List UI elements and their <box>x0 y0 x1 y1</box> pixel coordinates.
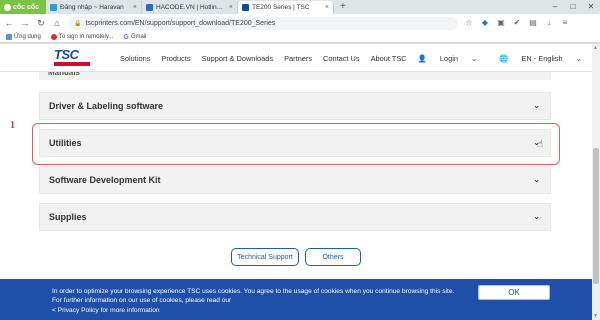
lock-icon: 🔒 <box>74 20 82 27</box>
tsc-favicon-icon <box>242 4 249 11</box>
privacy-policy-link[interactable]: < Privacy Policy for more information <box>52 306 492 315</box>
bookmark-label: Ứng dụng <box>14 34 41 40</box>
section-utilities[interactable]: Utilities ⌄ <box>39 129 551 157</box>
hacode-favicon-icon <box>146 4 153 11</box>
cookie-line: For further information on our use of co… <box>52 297 232 305</box>
user-icon: 👤 <box>417 53 427 63</box>
tab-haravan[interactable]: Đăng nhập ~ Haravan × <box>46 1 142 14</box>
section-sdk[interactable]: Software Development Kit ⌄ <box>39 166 551 194</box>
section-title: Driver & Labeling software <box>49 101 164 111</box>
extension-icon[interactable]: ▤ <box>528 18 538 28</box>
bookmark-gmail[interactable]: G Gmail <box>123 34 146 41</box>
window-controls: – □ ✕ <box>546 0 600 14</box>
scroll-down-icon[interactable]: ▼ <box>593 313 598 319</box>
scrollbar-thumb[interactable] <box>593 148 599 284</box>
scroll-up-icon[interactable]: ▲ <box>593 45 598 51</box>
tab-title: TE200 Series | TSC <box>252 4 310 11</box>
others-button[interactable]: Others <box>305 248 361 266</box>
address-bar-row: ← → ↻ ⌂ 🔒 tscprinters.com/EN/support/sup… <box>0 14 600 32</box>
home-icon[interactable]: ⌂ <box>52 18 62 28</box>
step-marker: 1 <box>10 120 15 131</box>
bookmark-label: Gmail <box>130 34 147 40</box>
new-tab-button[interactable]: + <box>334 1 352 14</box>
tab-hacode[interactable]: HACODE.VN | Hotline:0942... × <box>142 1 238 14</box>
extension-icon[interactable]: ▣ <box>496 18 506 28</box>
section-title: Supplies <box>49 212 87 222</box>
google-icon: G <box>123 33 129 41</box>
url-text: tscprinters.com/EN/support/support_downl… <box>85 19 276 27</box>
bookmarks-bar: Ứng dụng To sign in remotely... G Gmail <box>0 32 600 43</box>
minimize-icon[interactable]: – <box>546 0 564 14</box>
close-tab-icon[interactable]: × <box>229 4 233 11</box>
logo-text: TSC <box>54 47 79 62</box>
section-driver-labeling[interactable]: Driver & Labeling software ⌄ <box>39 92 551 120</box>
download-icon[interactable]: ↓ <box>544 18 554 28</box>
tsc-logo[interactable]: TSC <box>54 47 90 67</box>
manuals-section-cutoff[interactable]: Manuals <box>39 72 551 80</box>
section-title: Utilities <box>49 138 82 148</box>
nav-solutions[interactable]: Solutions <box>120 54 150 63</box>
bookmark-apps[interactable]: Ứng dụng <box>6 34 41 40</box>
url-field[interactable]: 🔒 tscprinters.com/EN/support/support_dow… <box>68 16 458 30</box>
nav-language[interactable]: 🌐 EN - English ⌄ <box>499 54 593 63</box>
nav-partners[interactable]: Partners <box>284 54 312 63</box>
close-tab-icon[interactable]: × <box>133 4 137 11</box>
chevron-down-icon: ⌄ <box>533 175 540 184</box>
chevron-down-icon: ⌄ <box>533 212 540 221</box>
site-header: TSC Solutions Products Support & Downloa… <box>0 44 592 72</box>
chevron-down-icon: ⌄ <box>575 53 582 63</box>
reload-icon[interactable]: ↻ <box>36 18 46 29</box>
logo-bar <box>54 62 90 66</box>
chevron-down-icon: ⌄ <box>471 53 478 63</box>
tab-title: HACODE.VN | Hotline:0942... <box>156 4 226 11</box>
globe-icon: 🌐 <box>499 53 509 63</box>
tab-tsc-active[interactable]: TE200 Series | TSC × <box>238 1 334 14</box>
haravan-favicon-icon <box>50 4 57 11</box>
nav-about[interactable]: About TSC <box>371 54 407 63</box>
main-nav: Solutions Products Support & Downloads P… <box>120 44 600 72</box>
browser-brand-button[interactable]: cốc cốc <box>0 0 46 14</box>
hand-cursor-icon: ☝ <box>537 139 544 150</box>
browser-brand-label: cốc cốc <box>13 3 40 11</box>
bookmark-star-icon[interactable]: ☆ <box>464 18 474 28</box>
nav-login[interactable]: 👤 Login ⌄ <box>418 54 489 63</box>
page-scrollbar[interactable]: ▲ ▼ <box>592 44 600 320</box>
language-label: EN - English <box>521 53 563 63</box>
youtube-icon <box>50 34 57 40</box>
login-label: Login <box>439 53 458 63</box>
shield-icon[interactable]: ✔ <box>512 18 522 28</box>
close-window-icon[interactable]: ✕ <box>582 0 600 14</box>
chevron-down-icon: ⌄ <box>533 101 540 110</box>
cookie-ok-button[interactable]: OK <box>478 285 550 300</box>
section-supplies[interactable]: Supplies ⌄ <box>39 203 551 231</box>
back-arrow-icon[interactable]: ← <box>4 18 14 28</box>
tab-title: Đăng nhập ~ Haravan <box>60 4 124 11</box>
apps-grid-icon <box>6 34 12 40</box>
cookie-banner: In order to optimize your browsing exper… <box>0 279 592 320</box>
nav-support-downloads[interactable]: Support & Downloads <box>202 54 274 63</box>
menu-icon[interactable]: ≡ <box>560 18 570 28</box>
close-tab-icon[interactable]: × <box>325 4 329 11</box>
section-title: Software Development Kit <box>49 175 161 185</box>
bookmark-label: To sign in remotely... <box>58 34 114 40</box>
cookie-line: In order to optimize your browsing exper… <box>52 288 455 295</box>
technical-support-button[interactable]: Technical Support <box>231 248 299 266</box>
coccoc-logo-icon <box>4 3 11 11</box>
cookie-text: In order to optimize your browsing exper… <box>52 287 492 315</box>
maximize-icon[interactable]: □ <box>564 0 582 14</box>
bookmark-remote-signin[interactable]: To sign in remotely... <box>50 34 114 40</box>
nav-products[interactable]: Products <box>161 54 190 63</box>
browser-tab-strip: cốc cốc Đăng nhập ~ Haravan × HACODE.VN … <box>0 0 600 14</box>
nav-contact[interactable]: Contact Us <box>323 54 360 63</box>
extension-icon[interactable]: ◆ <box>480 18 490 28</box>
forward-arrow-icon[interactable]: → <box>20 18 30 28</box>
